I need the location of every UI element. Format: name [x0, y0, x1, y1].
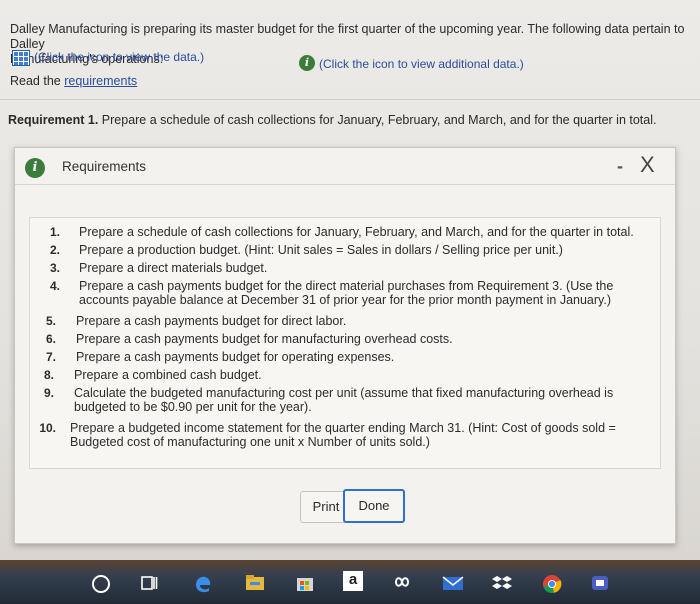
browser-page: Dalley Manufacturing is preparing its ma…	[0, 0, 700, 560]
cortana-icon[interactable]	[92, 575, 110, 593]
requirements-link[interactable]: requirements	[64, 74, 137, 88]
requirements-dialog: i Requirements - X 1. Prepare a schedule…	[14, 147, 676, 544]
store-icon[interactable]	[296, 574, 314, 592]
chrome-icon[interactable]	[542, 574, 562, 594]
data-table-icon[interactable]	[12, 50, 30, 66]
dialog-header: i Requirements - X	[15, 148, 675, 185]
close-button[interactable]: X	[640, 152, 655, 178]
mail-icon[interactable]	[442, 574, 464, 592]
info-icon: i	[25, 158, 45, 178]
dropbox-icon[interactable]	[492, 574, 512, 592]
amazon-icon[interactable]: a	[343, 571, 363, 591]
task-view-icon[interactable]	[140, 574, 158, 592]
view-data-link[interactable]: (Click the icon to view the data.)	[34, 50, 204, 64]
edge-icon[interactable]	[193, 574, 211, 593]
dialog-title: Requirements	[62, 159, 147, 174]
intro-line-1: Dalley Manufacturing is preparing its ma…	[10, 22, 685, 51]
read-requirements: Read the requirements	[10, 74, 137, 88]
requirement-1-heading: Requirement 1. Prepare a schedule of cas…	[8, 113, 656, 127]
done-button[interactable]: Done	[343, 489, 405, 523]
data-links-row: (Click the icon to view the data.) i (Cl…	[12, 50, 692, 71]
read-prefix: Read the	[10, 74, 65, 88]
file-explorer-icon[interactable]	[245, 574, 264, 592]
view-additional-data-link[interactable]: (Click the icon to view additional data.…	[319, 57, 524, 71]
requirements-list: 1. Prepare a schedule of cash collection…	[29, 217, 661, 469]
requirement-1-label: Requirement 1.	[8, 113, 99, 127]
windows-taskbar: a	[0, 560, 700, 604]
teams-icon[interactable]	[590, 574, 608, 592]
info-icon[interactable]: i	[299, 55, 315, 71]
requirement-1-text: Prepare a schedule of cash collections f…	[98, 113, 657, 127]
divider	[0, 99, 700, 100]
infinity-app-icon[interactable]	[391, 574, 410, 592]
minimize-button[interactable]: -	[617, 156, 623, 177]
